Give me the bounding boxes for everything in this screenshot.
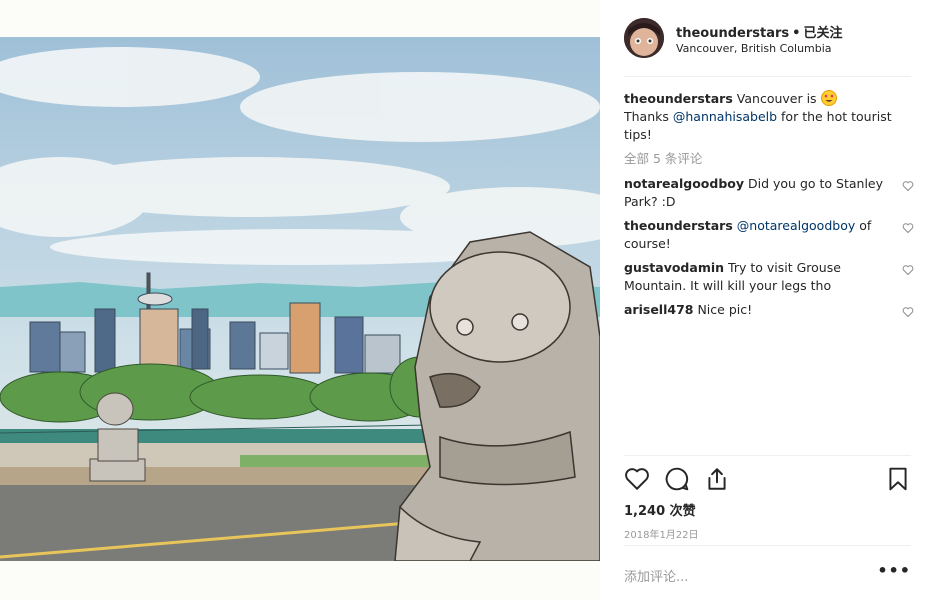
post-actions: 1,240 次赞 2018年1月22日 bbox=[624, 455, 911, 546]
comment-icon[interactable] bbox=[664, 466, 690, 492]
comment-like-heart-icon[interactable] bbox=[902, 305, 914, 318]
share-icon[interactable] bbox=[704, 466, 730, 492]
comment-like-heart-icon[interactable] bbox=[902, 221, 914, 234]
comment-username[interactable]: arisell478 bbox=[624, 302, 693, 317]
header-username-line: theounderstars • 已关注 bbox=[676, 22, 842, 41]
comment-username[interactable]: gustavodamin bbox=[624, 260, 724, 275]
comment-username[interactable]: theounderstars bbox=[624, 218, 733, 233]
comment-username[interactable]: notarealgoodboy bbox=[624, 176, 744, 191]
comment-item: arisell478 Nice pic! bbox=[624, 301, 914, 319]
view-all-comments-link[interactable]: 全部 5 条评论 bbox=[624, 150, 914, 168]
comments-section: theounderstars Vancouver is Thanks @hann… bbox=[624, 90, 914, 325]
heart-eyes-emoji-icon bbox=[820, 90, 837, 106]
comment-item: theounderstars @notarealgoodboy of cours… bbox=[624, 217, 914, 253]
avatar[interactable] bbox=[624, 18, 664, 58]
bookmark-icon[interactable] bbox=[885, 466, 911, 492]
comment-mention[interactable]: @notarealgoodboy bbox=[737, 218, 855, 233]
caption-text: Vancouver is bbox=[736, 91, 821, 106]
heart-icon[interactable] bbox=[624, 466, 650, 492]
post-header: theounderstars • 已关注 Vancouver, British Co… bbox=[624, 18, 911, 77]
caption-line2-pre: Thanks bbox=[624, 109, 673, 124]
comment-item: notarealgoodboy Did you go to Stanley Pa… bbox=[624, 175, 914, 211]
location-link[interactable]: Vancouver, British Columbia bbox=[676, 42, 832, 55]
comment-item: gustavodamin Try to visit Grouse Mountai… bbox=[624, 259, 914, 295]
comment-like-heart-icon[interactable] bbox=[902, 263, 914, 276]
add-comment-input[interactable]: 添加评论... bbox=[624, 566, 688, 585]
post-caption: theounderstars Vancouver is Thanks @hann… bbox=[624, 90, 914, 144]
post-date[interactable]: 2018年1月22日 bbox=[624, 526, 699, 541]
follow-status[interactable]: 已关注 bbox=[803, 26, 842, 41]
add-comment-bar: 添加评论... ••• bbox=[624, 545, 911, 601]
separator-dot: • bbox=[792, 26, 801, 41]
post-image[interactable] bbox=[0, 37, 600, 561]
caption-mention[interactable]: @hannahisabelb bbox=[673, 109, 777, 124]
more-options-icon[interactable]: ••• bbox=[877, 561, 911, 580]
likes-count[interactable]: 1,240 次赞 bbox=[624, 500, 696, 519]
caption-username[interactable]: theounderstars bbox=[624, 91, 733, 106]
comment-text: Nice pic! bbox=[697, 302, 753, 317]
comment-like-heart-icon[interactable] bbox=[902, 179, 914, 192]
post-side-panel: theounderstars • 已关注 Vancouver, British Co… bbox=[600, 0, 935, 600]
header-username[interactable]: theounderstars bbox=[676, 26, 789, 41]
